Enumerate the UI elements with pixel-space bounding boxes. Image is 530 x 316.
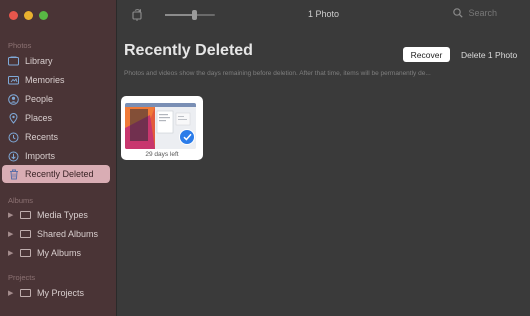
photo-tile[interactable]: 29 days left [121, 96, 203, 160]
sidebar-section-projects: Projects [8, 273, 36, 282]
sidebar-item-imports[interactable]: Imports [8, 147, 55, 165]
sidebar-item-label: Shared Albums [37, 229, 99, 239]
memories-icon [8, 75, 19, 86]
imports-icon [8, 151, 19, 162]
chevron-right-icon[interactable]: ▶ [8, 289, 14, 297]
sidebar-item-label: Memories [25, 75, 65, 85]
sidebar-item-label: Places [25, 113, 53, 123]
trash-icon [8, 169, 19, 180]
close-window-button[interactable] [9, 11, 18, 20]
sidebar-item-my-albums[interactable]: ▶ My Albums [8, 244, 81, 262]
chevron-right-icon[interactable]: ▶ [8, 249, 14, 257]
sidebar-section-photos: Photos [8, 41, 32, 50]
search-field[interactable]: Search [453, 8, 497, 18]
folder-icon [20, 211, 31, 219]
sidebar-item-label: Imports [25, 151, 56, 161]
sidebar-item-label: My Projects [37, 288, 85, 298]
search-icon [453, 8, 464, 18]
sidebar-section-albums: Albums [8, 196, 34, 205]
days-remaining-label: 29 days left [145, 151, 179, 158]
folder-icon [20, 230, 31, 238]
sidebar-item-label: Media Types [37, 210, 88, 220]
sidebar-item-label: Library [25, 56, 53, 66]
sidebar-item-media-types[interactable]: ▶ Media Types [8, 206, 88, 224]
recover-button[interactable]: Recover [403, 47, 450, 62]
sidebar-item-shared-albums[interactable]: ▶ Shared Albums [8, 225, 98, 243]
sidebar-item-label: Recently Deleted [25, 169, 94, 179]
sidebar-item-label: Recents [25, 132, 59, 142]
sidebar-item-label: My Albums [37, 248, 82, 258]
toolbar: 1 Photo Search [117, 0, 530, 30]
chevron-right-icon[interactable]: ▶ [8, 230, 14, 238]
sidebar-item-people[interactable]: People [8, 90, 53, 108]
content-area: Recently Deleted Recover Delete 1 Photo … [117, 30, 530, 316]
sidebar-item-recently-deleted[interactable]: Recently Deleted [2, 165, 110, 183]
minimize-window-button[interactable] [24, 11, 33, 20]
sidebar-item-places[interactable]: Places [8, 109, 52, 127]
people-icon [8, 93, 19, 105]
sidebar: Photos Library Memories People Places Re… [0, 0, 117, 316]
places-icon [8, 112, 19, 124]
window-controls [9, 11, 48, 20]
folder-icon [20, 249, 31, 257]
delete-photo-button[interactable]: Delete 1 Photo [461, 47, 517, 62]
sidebar-item-library[interactable]: Library [8, 52, 53, 70]
sidebar-item-recents[interactable]: Recents [8, 128, 58, 146]
recents-icon [8, 132, 19, 143]
sidebar-item-label: People [25, 94, 54, 104]
library-icon [8, 56, 19, 67]
sidebar-item-my-projects[interactable]: ▶ My Projects [8, 284, 84, 302]
selected-checkmark-icon[interactable] [179, 129, 195, 145]
page-title: Recently Deleted [124, 42, 253, 59]
chevron-right-icon[interactable]: ▶ [8, 211, 14, 219]
fullscreen-window-button[interactable] [39, 11, 48, 20]
deletion-info-text: Photos and videos show the days remainin… [124, 70, 431, 77]
folder-icon [20, 289, 31, 297]
sidebar-item-memories[interactable]: Memories [8, 71, 65, 89]
search-placeholder: Search [468, 8, 497, 18]
